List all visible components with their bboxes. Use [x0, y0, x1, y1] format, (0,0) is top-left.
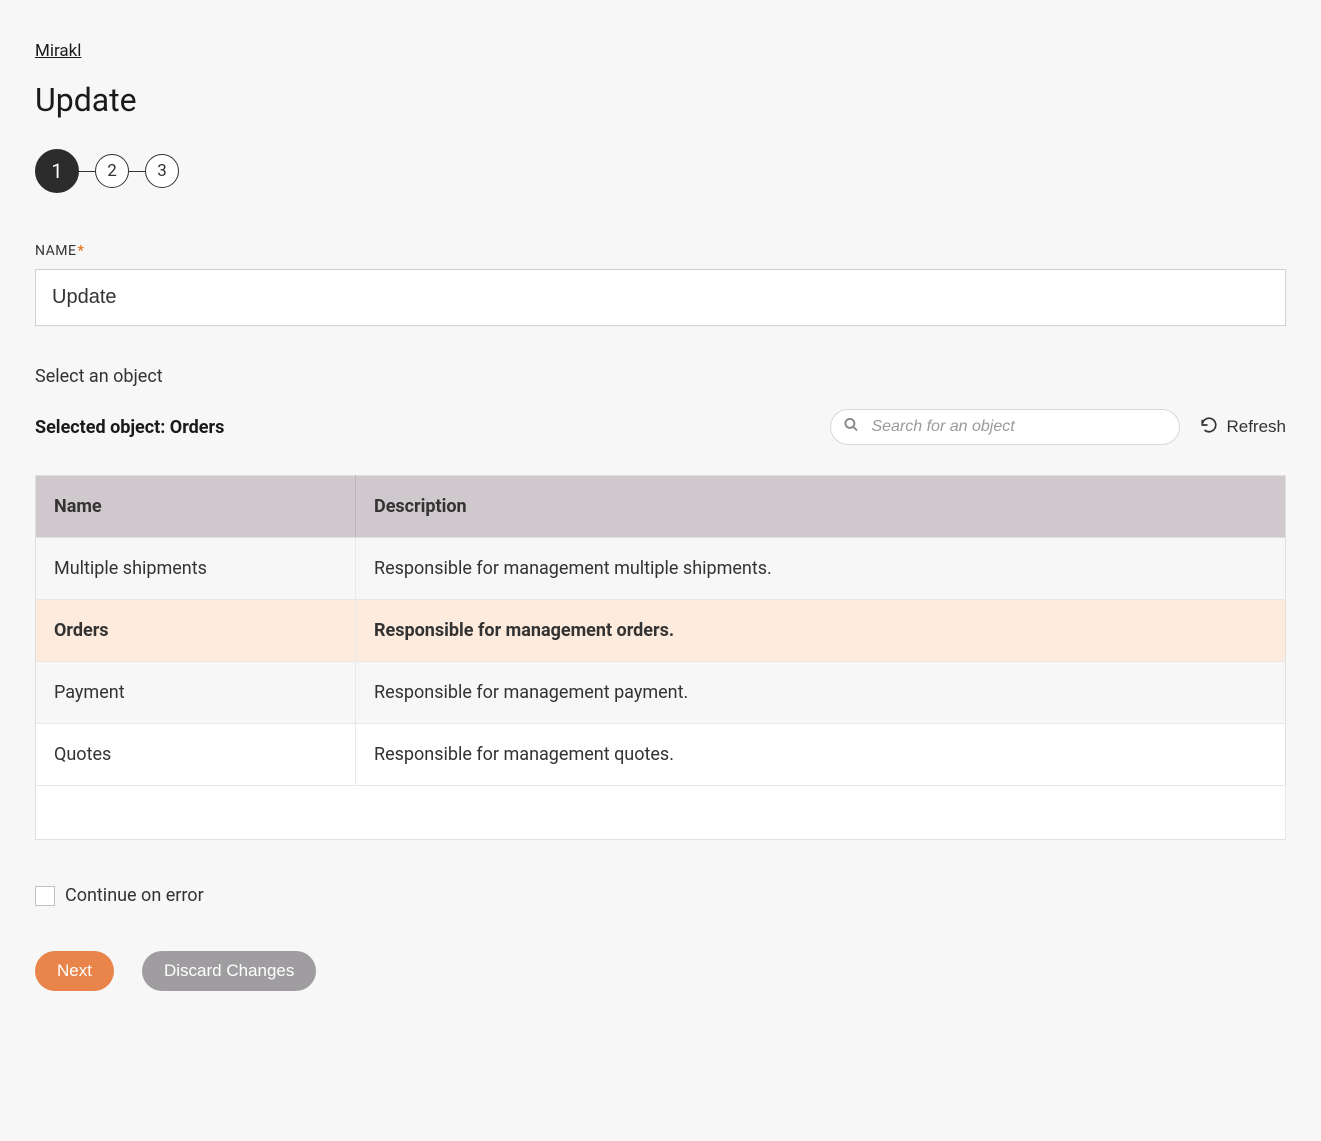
table-row[interactable]: Orders Responsible for management orders… — [36, 600, 1286, 662]
table-header-row: Name Description — [36, 476, 1286, 538]
table-cell-name: Orders — [36, 600, 356, 662]
refresh-icon — [1200, 416, 1218, 439]
page-title: Update — [35, 81, 1286, 119]
continue-on-error-row: Continue on error — [35, 885, 1286, 906]
selected-value: Orders — [170, 417, 225, 438]
selected-object-label: Selected object: Orders — [35, 417, 224, 438]
next-button[interactable]: Next — [35, 951, 114, 991]
table-cell-description: Responsible for management multiple ship… — [356, 538, 1286, 600]
continue-on-error-label: Continue on error — [65, 885, 204, 906]
refresh-button[interactable]: Refresh — [1200, 416, 1286, 439]
continue-on-error-checkbox[interactable] — [35, 886, 55, 906]
name-field-group: NAME* — [35, 243, 1286, 326]
table-row[interactable]: Quotes Responsible for management quotes… — [36, 724, 1286, 786]
select-object-heading: Select an object — [35, 366, 1286, 387]
discard-changes-button[interactable]: Discard Changes — [142, 951, 316, 991]
name-input[interactable] — [35, 269, 1286, 326]
table-row[interactable]: Payment Responsible for management payme… — [36, 662, 1286, 724]
stepper: 1 2 3 — [35, 149, 1286, 193]
table-row[interactable]: Multiple shipments Responsible for manag… — [36, 538, 1286, 600]
stepper-step-1[interactable]: 1 — [35, 149, 79, 193]
table-cell-name: Quotes — [36, 724, 356, 786]
stepper-step-3[interactable]: 3 — [145, 154, 179, 188]
refresh-label: Refresh — [1226, 417, 1286, 437]
table-cell-description: Responsible for management payment. — [356, 662, 1286, 724]
breadcrumb: Mirakl — [35, 40, 1286, 61]
objects-table: Name Description Multiple shipments Resp… — [35, 475, 1286, 840]
name-field-label: NAME* — [35, 243, 1286, 259]
table-cell-name: Multiple shipments — [36, 538, 356, 600]
breadcrumb-link-mirakl[interactable]: Mirakl — [35, 41, 81, 61]
stepper-connector — [129, 171, 145, 172]
selected-prefix: Selected object: — [35, 417, 170, 438]
search-wrap — [830, 409, 1180, 445]
table-header-description: Description — [356, 476, 1286, 538]
stepper-step-2[interactable]: 2 — [95, 154, 129, 188]
object-controls: Refresh — [830, 409, 1286, 445]
stepper-connector — [79, 171, 95, 172]
name-label-text: NAME — [35, 243, 76, 259]
selected-object-row: Selected object: Orders Refresh — [35, 409, 1286, 445]
table-row-empty — [36, 786, 1286, 840]
table-cell-description: Responsible for management orders. — [356, 600, 1286, 662]
required-asterisk: * — [77, 243, 84, 259]
action-buttons: Next Discard Changes — [35, 951, 1286, 991]
table-header-name: Name — [36, 476, 356, 538]
object-search-input[interactable] — [830, 409, 1180, 445]
table-cell-description: Responsible for management quotes. — [356, 724, 1286, 786]
table-cell-name: Payment — [36, 662, 356, 724]
